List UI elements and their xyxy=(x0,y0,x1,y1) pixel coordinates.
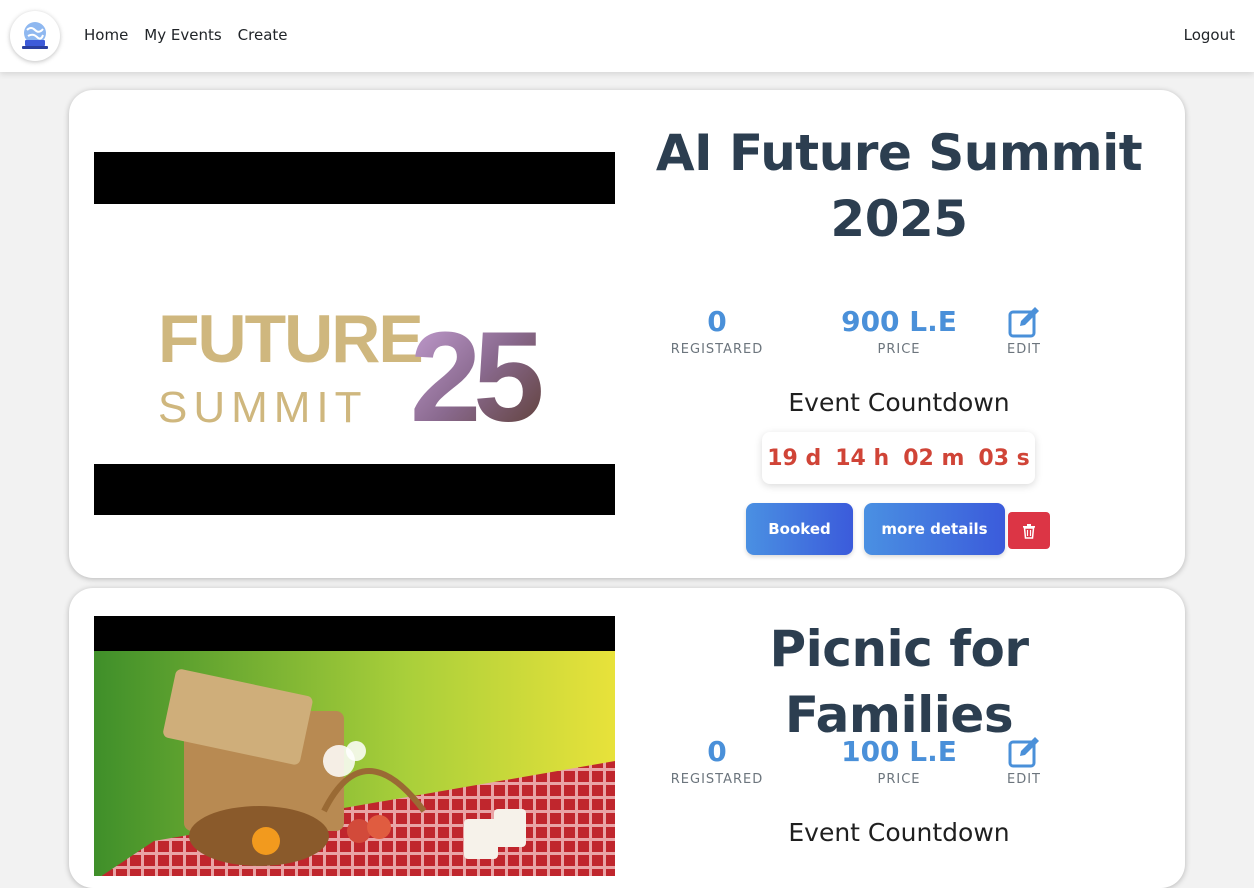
event-card: FUTURE SUMMIT 25 AI Future Summit 2025 0… xyxy=(69,90,1185,578)
event-title: AI Future Summit 2025 xyxy=(655,124,1143,248)
nav-my-events[interactable]: My Events xyxy=(144,25,221,45)
nav-links: Home My Events Create xyxy=(84,25,304,45)
countdown-seconds: 03 s xyxy=(978,445,1030,471)
svg-text:25: 25 xyxy=(410,306,541,449)
event-image: FUTURE SUMMIT 25 xyxy=(94,152,615,515)
logout-link[interactable]: Logout xyxy=(1184,25,1235,45)
edit-icon xyxy=(1008,307,1039,338)
svg-text:FUTURE: FUTURE xyxy=(158,301,422,377)
price-stat: 900 L.E PRICE xyxy=(841,305,957,357)
more-details-button[interactable]: more details xyxy=(864,503,1005,555)
countdown-timer: 19 d 14 h 02 m 03 s xyxy=(762,432,1035,484)
edit-icon xyxy=(1008,737,1039,768)
event-stats: 0 REGISTARED 100 L.E PRICE EDIT xyxy=(649,734,1149,794)
delete-button[interactable] xyxy=(1008,512,1050,549)
nav-home[interactable]: Home xyxy=(84,25,128,45)
countdown-title: Event Countdown xyxy=(788,388,1010,417)
countdown-days: 19 d xyxy=(767,445,822,471)
countdown-minutes: 02 m xyxy=(903,445,965,471)
future-summit-logo: FUTURE SUMMIT 25 xyxy=(94,204,615,464)
nav-create[interactable]: Create xyxy=(238,25,288,45)
picnic-photo xyxy=(94,651,615,876)
edit-button[interactable]: EDIT xyxy=(989,304,1059,357)
event-card: Picnic for Families 0 REGISTARED 100 L.E… xyxy=(69,588,1185,888)
edit-button[interactable]: EDIT xyxy=(989,734,1059,787)
price-stat: 100 L.E PRICE xyxy=(841,735,957,787)
registered-stat: 0 REGISTARED xyxy=(670,735,764,787)
trash-icon xyxy=(1023,523,1035,539)
countdown-hours: 14 h xyxy=(835,445,890,471)
svg-text:SUMMIT: SUMMIT xyxy=(158,383,368,432)
event-stats: 0 REGISTARED 900 L.E PRICE EDIT xyxy=(649,304,1149,364)
event-image xyxy=(94,616,615,876)
globe-laptop-icon xyxy=(22,22,48,49)
navbar: Home My Events Create Logout xyxy=(0,0,1254,72)
booked-button[interactable]: Booked xyxy=(746,503,853,555)
app-logo[interactable] xyxy=(10,11,60,61)
registered-stat: 0 REGISTARED xyxy=(670,305,764,357)
countdown-title: Event Countdown xyxy=(788,818,1010,847)
event-title: Picnic for Families xyxy=(769,620,1029,744)
